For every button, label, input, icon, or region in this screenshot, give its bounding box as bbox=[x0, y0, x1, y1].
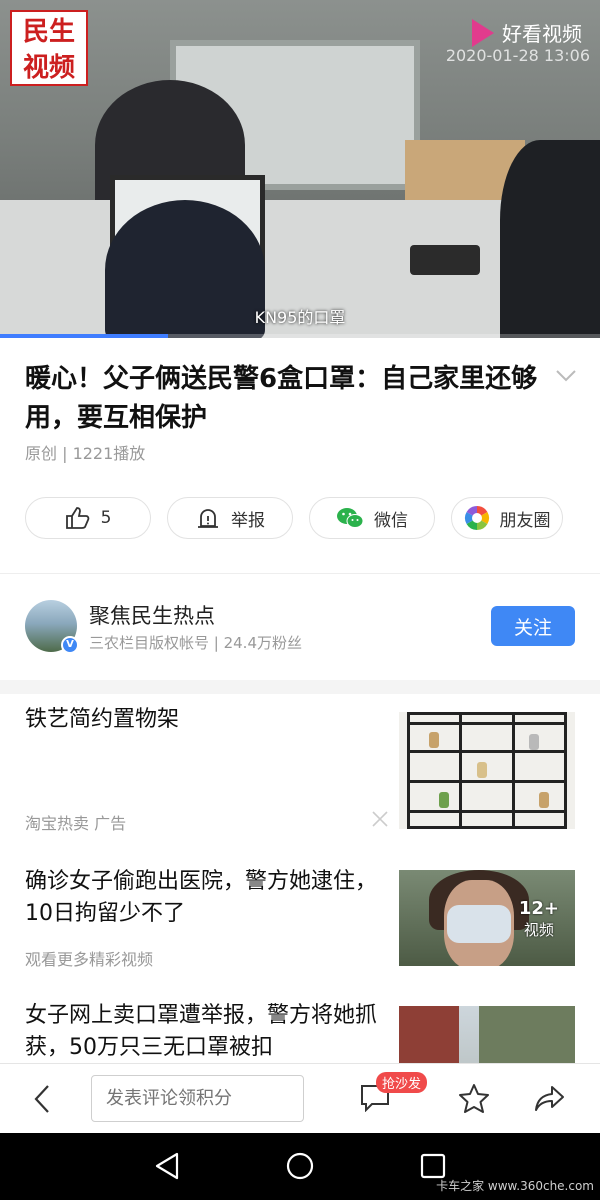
divider bbox=[0, 573, 600, 574]
report-button[interactable]: 举报 bbox=[167, 497, 293, 539]
chevron-down-icon[interactable] bbox=[555, 368, 576, 388]
feed-item-more-link[interactable]: 观看更多精彩视频 bbox=[25, 946, 153, 970]
feed-item-title[interactable]: 铁艺简约置物架 bbox=[25, 704, 385, 736]
shelf-decor bbox=[429, 732, 439, 748]
share-icon[interactable] bbox=[534, 1084, 566, 1116]
report-icon bbox=[195, 506, 221, 530]
wechat-label: 微信 bbox=[374, 510, 408, 531]
shelf-board bbox=[407, 722, 567, 725]
author-card[interactable]: V 聚焦民生热点 三农栏目版权帐号 | 24.4万粉丝 关注 bbox=[25, 600, 575, 656]
verified-badge-icon: V bbox=[61, 636, 79, 654]
star-icon[interactable] bbox=[458, 1083, 490, 1117]
feed-item-title[interactable]: 女子网上卖口罩遭举报，警方将她抓获，50万只三无口罩被扣 bbox=[25, 1000, 385, 1063]
brand-name: 好看视频 bbox=[502, 22, 582, 46]
system-navigation-bar: 卡车之家 www.360che.com bbox=[0, 1133, 600, 1200]
shelf-decor bbox=[539, 792, 549, 808]
video-count-badge: 12+ 视频 bbox=[519, 898, 559, 940]
video-progress-fill bbox=[0, 334, 168, 338]
video-subtitle: KN95的口罩 bbox=[254, 308, 346, 327]
play-logo-icon bbox=[472, 18, 494, 47]
action-row: 5 举报 微信 朋友圈 bbox=[25, 497, 563, 539]
feed-item-title[interactable]: 确诊女子偷跑出医院，警方她逮住，10日拘留少不了 bbox=[25, 866, 385, 930]
like-button[interactable]: 5 bbox=[25, 497, 151, 539]
video-scene-phone bbox=[410, 245, 480, 275]
feed-item-thumbnail[interactable] bbox=[399, 712, 575, 829]
article-header: 暖心！父子俩送民警6盒口罩：自己家里还够用，要互相保护 bbox=[25, 360, 545, 438]
wechat-icon bbox=[336, 506, 364, 530]
feed-item-source: 淘宝热卖 广告 bbox=[25, 814, 127, 833]
author-description: 三农栏目版权帐号 | 24.4万粉丝 bbox=[89, 634, 302, 652]
shelf-decor bbox=[529, 734, 539, 750]
nav-home-icon[interactable] bbox=[285, 1151, 315, 1185]
feed-item-thumbnail[interactable] bbox=[399, 1006, 575, 1063]
comment-input[interactable] bbox=[91, 1075, 304, 1122]
moments-label: 朋友圈 bbox=[499, 510, 551, 531]
shelf-board bbox=[407, 810, 567, 813]
channel-logo: 民生视频 bbox=[10, 10, 88, 86]
article-meta: 原创 | 1221播放 bbox=[25, 444, 146, 463]
channel-logo-text: 民生视频 bbox=[22, 17, 75, 83]
shelf-board bbox=[407, 780, 567, 783]
feed-item-thumbnail[interactable]: 12+ 视频 bbox=[399, 870, 575, 966]
site-watermark: 卡车之家 www.360che.com bbox=[436, 1179, 594, 1193]
sofa-badge: 抢沙发 bbox=[376, 1072, 428, 1093]
feed-item[interactable]: 确诊女子偷跑出医院，警方她逮住，10日拘留少不了 观看更多精彩视频 12+ 视频 bbox=[25, 866, 575, 976]
wechat-share-button[interactable]: 微信 bbox=[309, 497, 435, 539]
video-count-label: 视频 bbox=[523, 921, 554, 939]
brand-watermark: 好看视频 bbox=[472, 18, 582, 47]
moments-icon bbox=[464, 505, 490, 531]
author-name[interactable]: 聚焦民生热点 bbox=[89, 600, 215, 630]
section-divider bbox=[0, 680, 600, 694]
nav-back-icon[interactable] bbox=[153, 1151, 181, 1185]
comment-bar: 抢沙发 bbox=[0, 1063, 600, 1133]
back-arrow-icon[interactable] bbox=[32, 1084, 52, 1118]
like-count: 5 bbox=[100, 508, 112, 528]
feed-item[interactable]: 女子网上卖口罩遭举报，警方将她抓获，50万只三无口罩被扣 bbox=[25, 1000, 575, 1063]
article-title: 暖心！父子俩送民警6盒口罩：自己家里还够用，要互相保护 bbox=[25, 364, 538, 433]
moments-share-button[interactable]: 朋友圈 bbox=[451, 497, 563, 539]
report-label: 举报 bbox=[231, 510, 265, 531]
video-player[interactable]: 民生视频 好看视频 2020-01-28 13:06 KN95的口罩 bbox=[0, 0, 600, 338]
shelf-decor bbox=[477, 762, 487, 778]
video-timestamp: 2020-01-28 13:06 bbox=[445, 46, 590, 65]
avatar[interactable]: V bbox=[25, 600, 79, 654]
thumb-up-icon bbox=[65, 506, 91, 530]
video-count: 12+ bbox=[518, 898, 559, 919]
thumbnail-mask bbox=[447, 905, 511, 943]
thumbnail-building bbox=[399, 1006, 459, 1063]
thumbnail-tree bbox=[479, 1006, 575, 1063]
follow-button[interactable]: 关注 bbox=[491, 606, 575, 646]
video-progress-bar[interactable] bbox=[0, 334, 600, 338]
shelf-decor bbox=[439, 792, 449, 808]
feed-item-ad[interactable]: 铁艺简约置物架 淘宝热卖 广告 bbox=[25, 704, 575, 833]
close-icon[interactable] bbox=[371, 810, 389, 832]
shelf-board bbox=[407, 750, 567, 753]
